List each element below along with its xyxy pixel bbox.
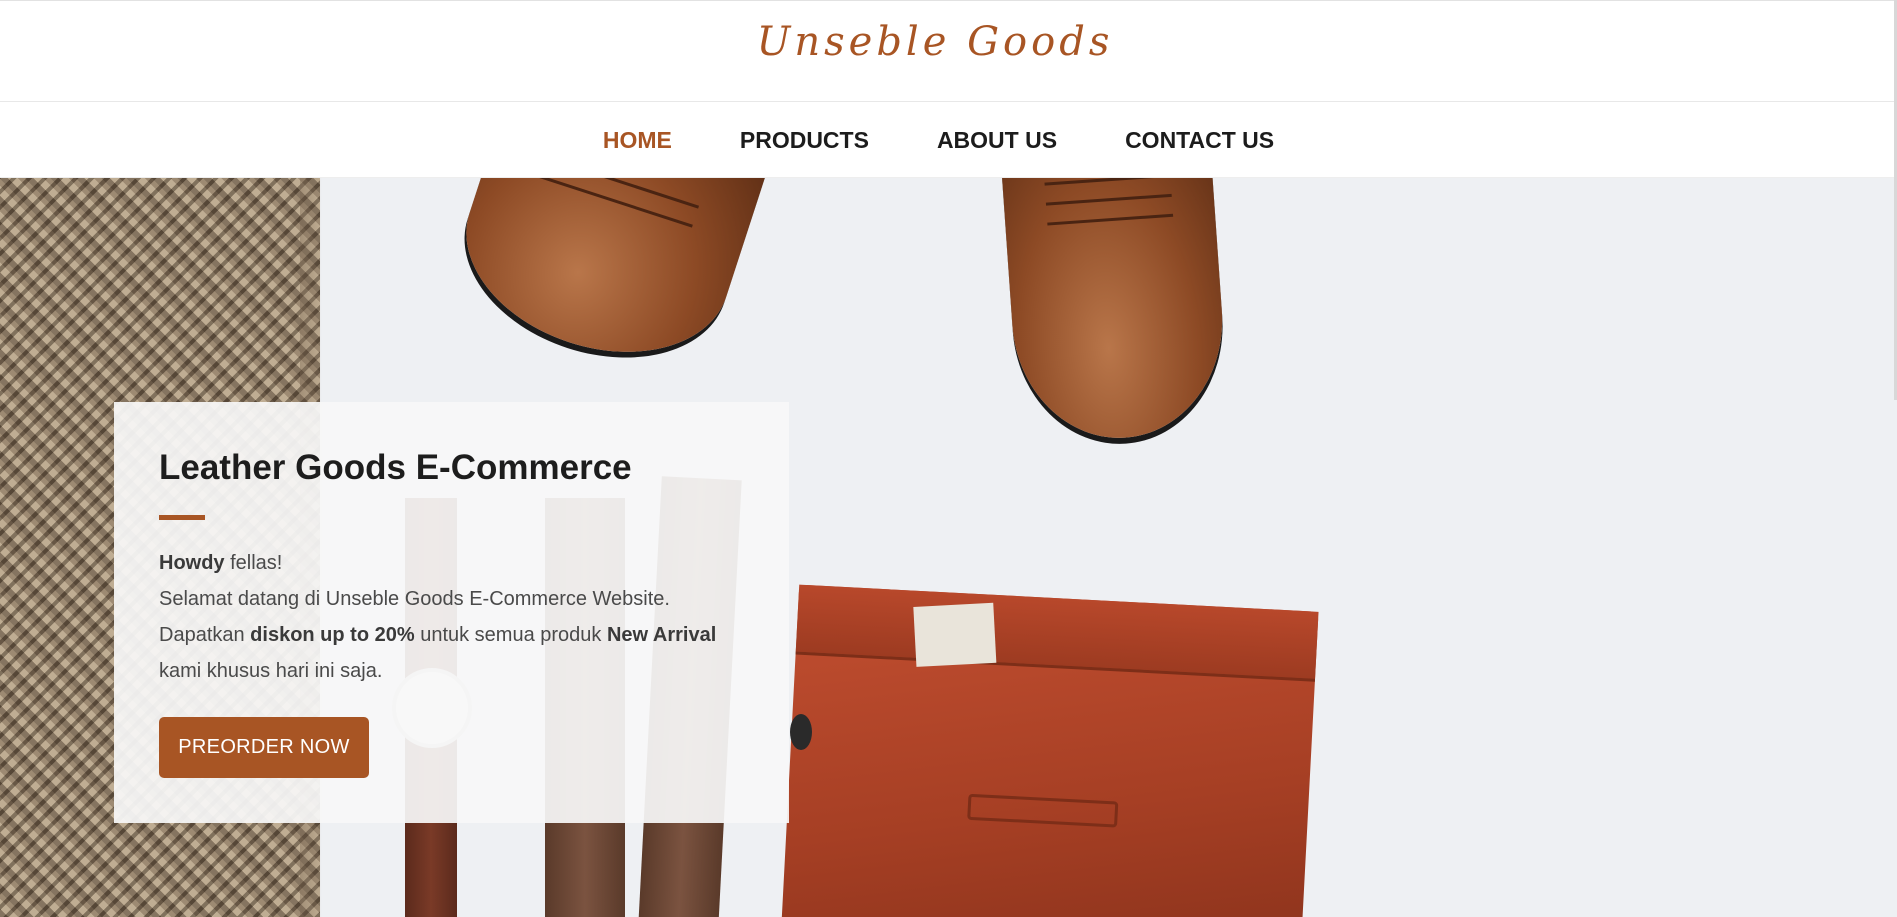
nav-item-home[interactable]: HOME <box>603 127 672 154</box>
hero-title: Leather Goods E-Commerce <box>159 448 632 487</box>
hero-banner: Leather Goods E-Commerce Howdy fellas! S… <box>0 178 1897 917</box>
brand-logo[interactable]: Unseble Goods <box>0 19 1870 65</box>
hero-description: Howdy fellas! Selamat datang di Unseble … <box>159 545 769 689</box>
greeting-line: Howdy fellas! <box>159 545 769 581</box>
greeting-rest: fellas! <box>224 552 283 574</box>
preorder-now-button[interactable]: PREORDER NOW <box>159 717 369 778</box>
hero-card: Leather Goods E-Commerce Howdy fellas! S… <box>114 402 789 823</box>
discount-pre: Dapatkan <box>159 624 251 646</box>
main-nav: HOME PRODUCTS ABOUT US CONTACT US <box>0 102 1897 178</box>
nav-item-about-us[interactable]: ABOUT US <box>937 127 1057 154</box>
welcome-line: Selamat datang di Unseble Goods E-Commer… <box>159 588 670 610</box>
site-header: Unseble Goods <box>0 0 1897 102</box>
left-shoe-graphic <box>441 178 769 385</box>
discount-line: Dapatkan diskon up to 20% untuk semua pr… <box>159 617 769 653</box>
greeting-bold: Howdy <box>159 552 225 574</box>
trousers-waistband <box>795 584 1319 682</box>
discount-amount: diskon up to 20% <box>250 624 415 646</box>
nav-item-products[interactable]: PRODUCTS <box>740 127 869 154</box>
trousers-button-graphic <box>790 714 812 750</box>
trousers-graphic <box>781 584 1319 917</box>
trousers-pocket <box>967 793 1119 828</box>
title-divider <box>159 515 205 520</box>
right-shoe-graphic <box>999 178 1231 445</box>
discount-mid: untuk semua produk <box>414 624 607 646</box>
today-only-line: kami khusus hari ini saja. <box>159 660 383 682</box>
nav-item-contact-us[interactable]: CONTACT US <box>1125 127 1274 154</box>
new-arrival-label: New Arrival <box>606 624 717 646</box>
trousers-label <box>913 602 997 667</box>
